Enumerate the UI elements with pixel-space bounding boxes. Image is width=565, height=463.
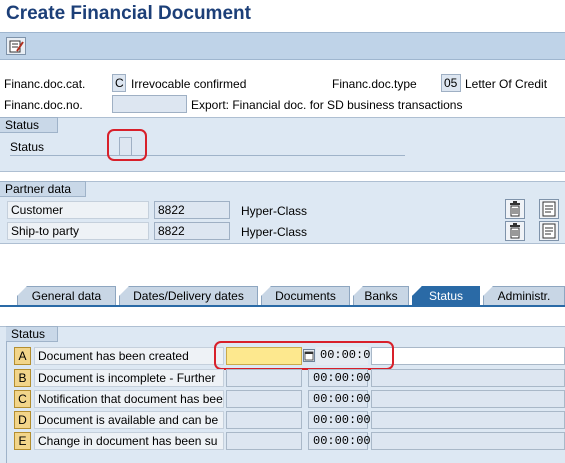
status-label: Status	[10, 140, 45, 154]
doc-cat-label: Financ.doc.cat.	[4, 77, 86, 91]
status-time-d[interactable]: 00:00:00	[308, 411, 371, 429]
tab-banks[interactable]: Banks	[353, 286, 409, 306]
document-edit-button[interactable]	[6, 37, 26, 55]
status-note-c[interactable]	[371, 390, 565, 408]
status-date-e[interactable]	[226, 432, 302, 450]
status-letter-d[interactable]: D	[14, 411, 31, 429]
tab-administr[interactable]: Administr.	[483, 286, 565, 306]
document-edit-icon	[9, 40, 24, 53]
status-note-d[interactable]	[371, 411, 565, 429]
status-note-e[interactable]	[371, 432, 565, 450]
doc-type-label: Financ.doc.type	[332, 77, 417, 91]
tabstrip-underline	[0, 305, 565, 307]
status-highlight-box	[107, 129, 147, 161]
delete-ship-to-button[interactable]	[505, 221, 525, 241]
doc-type-text: Letter Of Credit	[465, 77, 548, 91]
customer-field[interactable]: 8822	[154, 201, 230, 219]
status-time-b[interactable]: 00:00:00	[308, 369, 371, 387]
doc-type-field[interactable]: 05	[441, 74, 461, 92]
status-date-c[interactable]	[226, 390, 302, 408]
ship-to-details-button[interactable]	[539, 221, 559, 241]
status-letter-a[interactable]: A	[14, 347, 31, 365]
status-group	[0, 117, 565, 172]
trash-icon	[510, 201, 520, 217]
document-details-icon	[542, 223, 556, 239]
ship-to-field[interactable]: 8822	[154, 222, 230, 240]
status-letter-c[interactable]: C	[14, 390, 31, 408]
customer-name: Hyper-Class	[241, 204, 308, 218]
document-details-icon	[542, 201, 556, 217]
status-group-title: Status	[0, 117, 58, 133]
status-note-a[interactable]	[371, 347, 565, 365]
trash-icon	[510, 223, 520, 239]
status-time-e[interactable]: 00:00:00	[308, 432, 371, 450]
status-time-c[interactable]: 00:00:00	[308, 390, 371, 408]
tab-documents[interactable]: Documents	[261, 286, 350, 306]
doc-no-text: Export: Financial doc. for SD business t…	[191, 98, 463, 112]
status-letter-e[interactable]: E	[14, 432, 31, 450]
ship-to-name: Hyper-Class	[241, 225, 308, 239]
status-desc-e: Change in document has been su	[34, 432, 224, 450]
ship-to-label: Ship-to party	[7, 222, 149, 240]
doc-cat-text: Irrevocable confirmed	[131, 77, 247, 91]
date-highlight-box	[214, 341, 394, 370]
doc-cat-field[interactable]: C	[112, 74, 126, 92]
status-note-b[interactable]	[371, 369, 565, 387]
status-underline	[10, 155, 405, 156]
partner-group-title: Partner data	[0, 181, 86, 197]
customer-details-button[interactable]	[539, 199, 559, 219]
status-desc-d: Document is available and can be	[34, 411, 224, 429]
tab-status[interactable]: Status	[412, 286, 480, 306]
customer-label: Customer	[7, 201, 149, 219]
tab-general-data[interactable]: General data	[17, 286, 116, 306]
application-toolbar	[0, 32, 565, 60]
doc-no-label: Financ.doc.no.	[4, 98, 83, 112]
status-desc-b: Document is incomplete - Further	[34, 369, 224, 387]
delete-customer-button[interactable]	[505, 199, 525, 219]
status-date-b[interactable]	[226, 369, 302, 387]
status-letter-b[interactable]: B	[14, 369, 31, 387]
tab-dates-delivery[interactable]: Dates/Delivery dates	[119, 286, 258, 306]
status-date-d[interactable]	[226, 411, 302, 429]
status-desc-c: Notification that document has bee	[34, 390, 224, 408]
status-tab-title: Status	[6, 326, 58, 342]
page-title: Create Financial Document	[6, 3, 251, 24]
doc-no-field[interactable]	[112, 95, 187, 113]
status-desc-a: Document has been created	[34, 347, 224, 365]
